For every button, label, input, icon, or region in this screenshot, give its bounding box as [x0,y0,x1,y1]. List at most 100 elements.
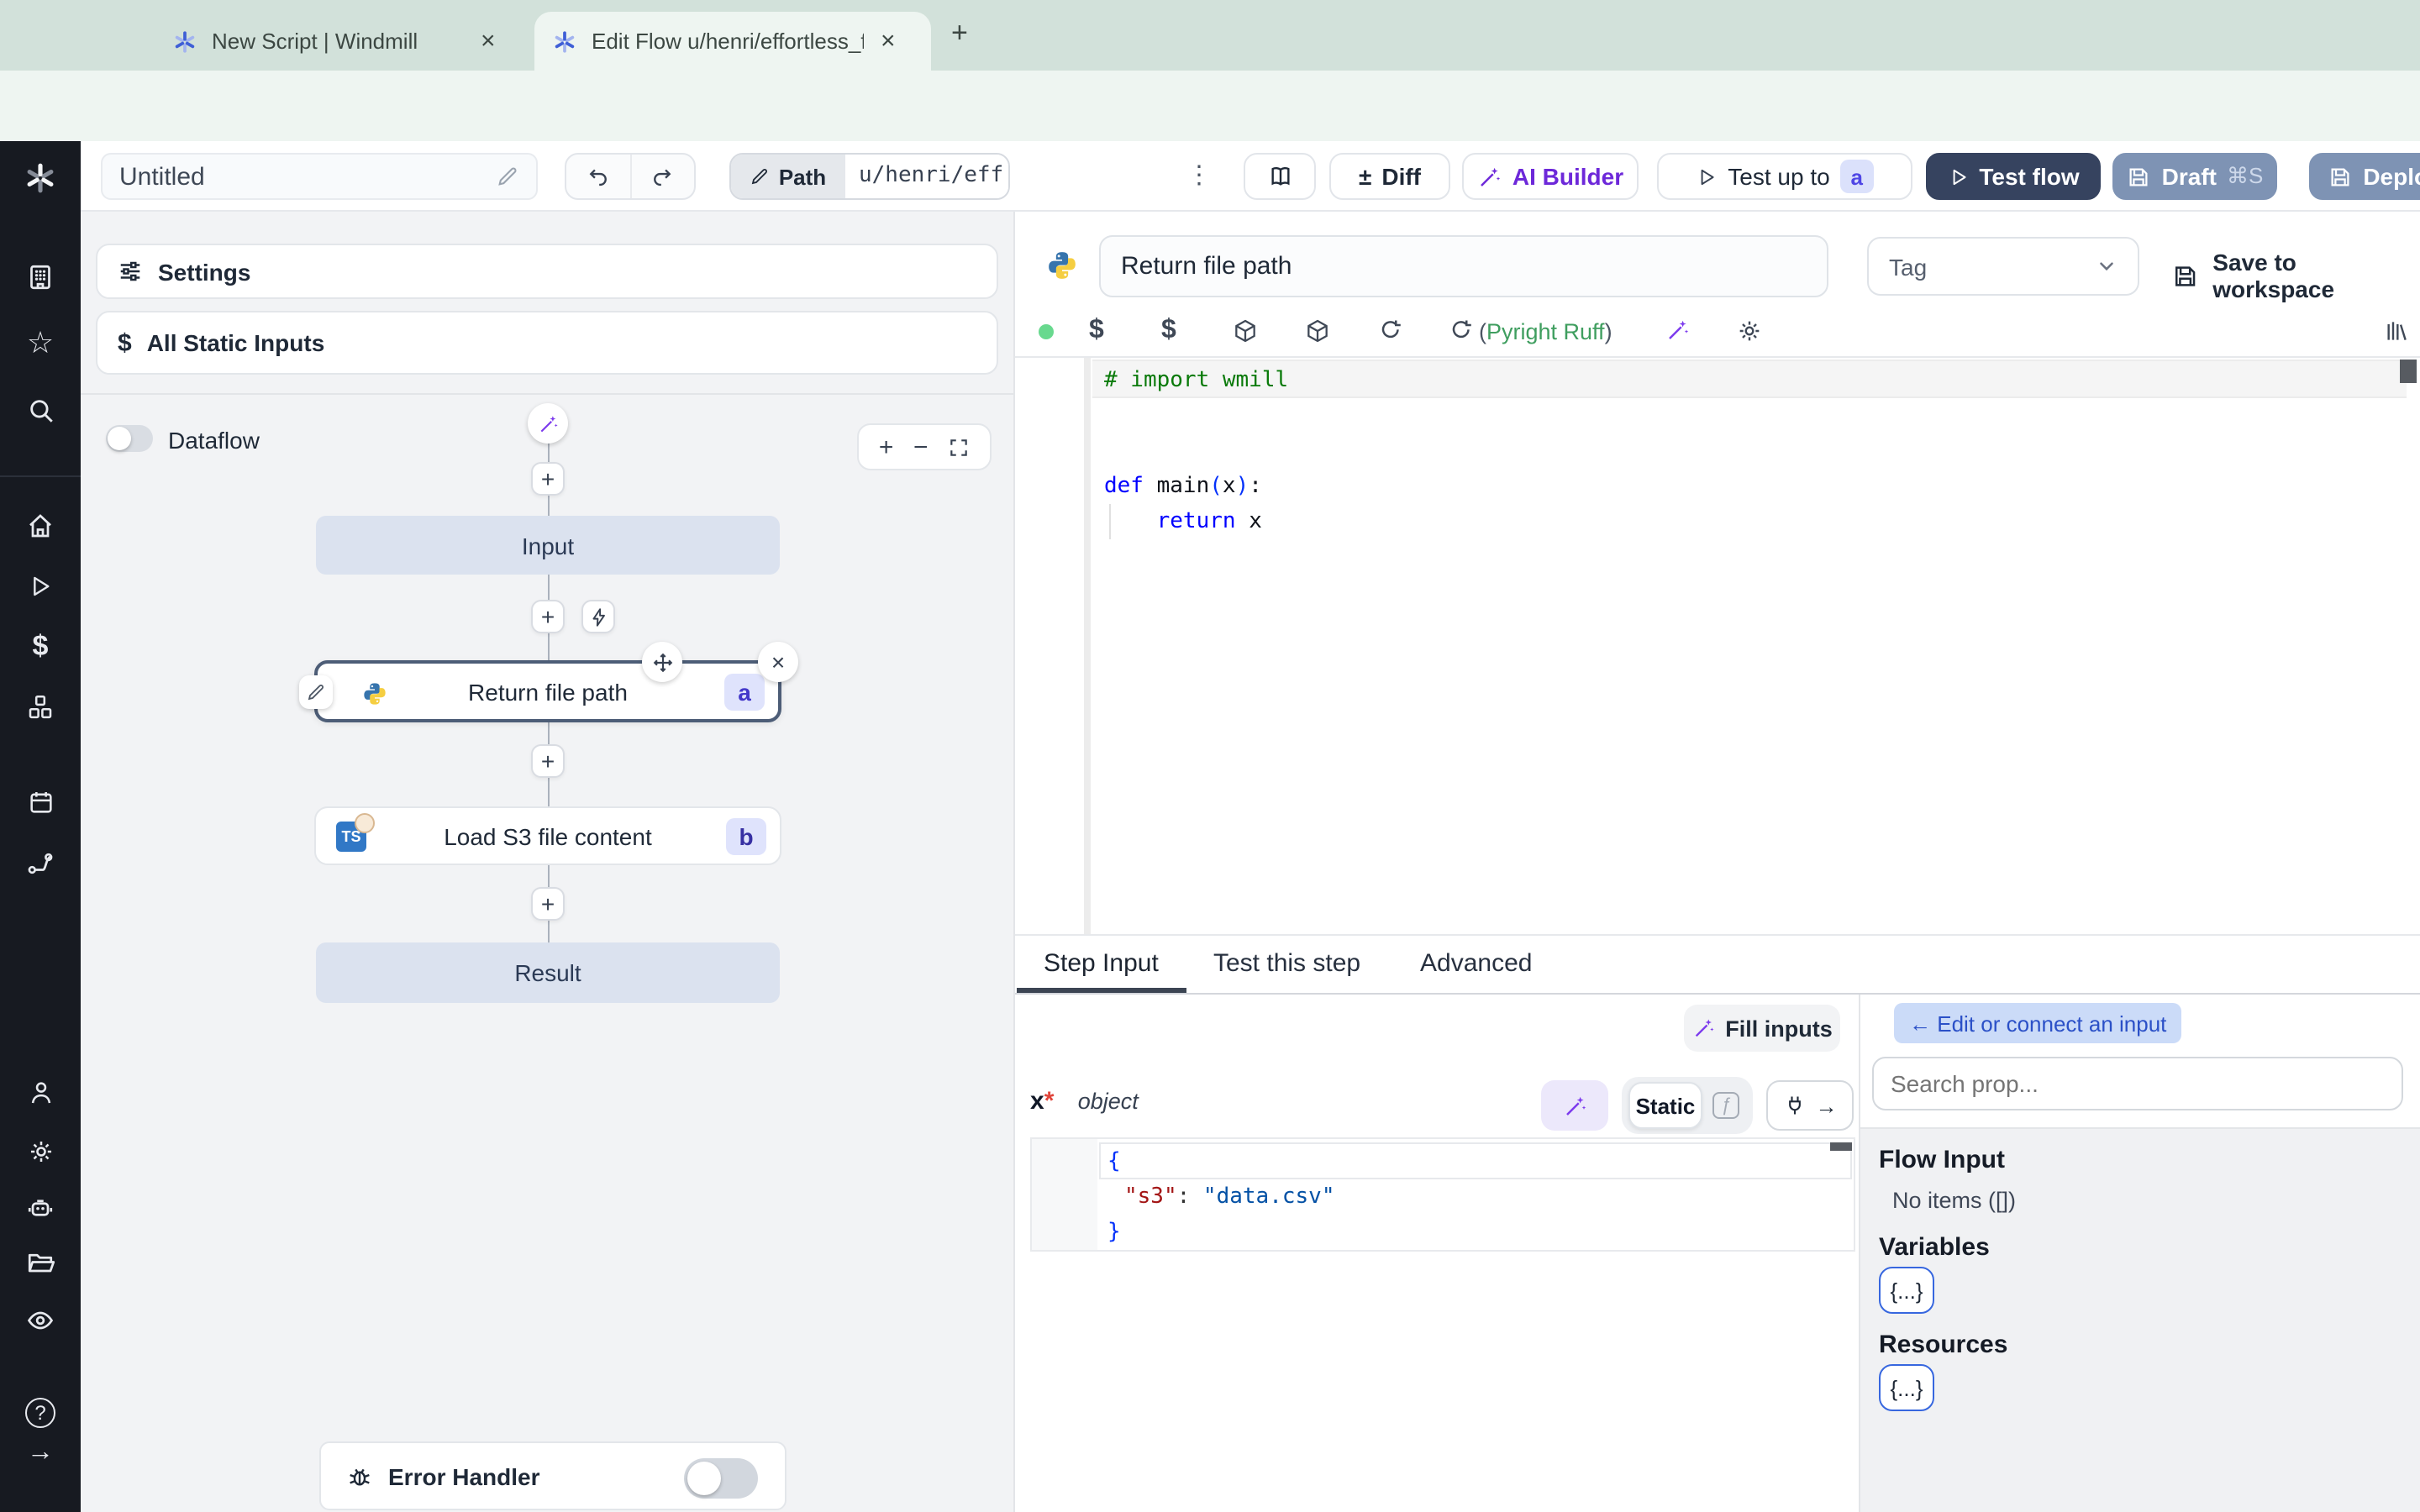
tab-test-this-step[interactable]: Test this step [1213,949,1360,978]
python-icon [1045,249,1079,282]
flow-node-step-a[interactable]: Return file path a [314,660,781,722]
sidebar-item-settings[interactable] [25,1136,55,1166]
add-step-button[interactable]: + [531,887,565,921]
fill-inputs-button[interactable]: Fill inputs [1684,1005,1840,1052]
add-trigger-button[interactable] [581,600,615,633]
eye-icon [25,1305,55,1336]
arrow-right-icon[interactable]: → [1816,1093,1838,1118]
search-prop-input[interactable] [1872,1057,2403,1110]
variables-object-button[interactable]: {...} [1879,1267,1934,1314]
edit-or-connect-banner[interactable]: ← Edit or connect an input [1894,1003,2182,1043]
sidebar-item-users[interactable] [25,1077,55,1107]
ai-assistant-button[interactable] [1665,318,1691,343]
sidebar-item-runs[interactable] [25,571,55,601]
library-button[interactable] [2383,318,2410,344]
code-line-return[interactable]: return x [1104,504,1262,539]
browser-tab-active[interactable]: Edit Flow u/henri/effortless_fl × [534,12,931,71]
windmill-logo[interactable] [22,160,59,197]
test-up-to-button[interactable]: Test up to a [1657,153,1912,200]
ai-fill-button[interactable] [1541,1080,1608,1131]
diff-button[interactable]: ± Diff [1329,153,1450,200]
delete-step-button[interactable]: × [758,642,798,682]
lint-status[interactable]: (Pyright Ruff) [1479,319,1612,344]
add-step-button[interactable]: + [531,600,565,633]
add-step-button[interactable]: + [531,462,565,496]
browser-tab-inactive[interactable]: New Script | Windmill × [155,12,531,71]
sidebar-item-routes[interactable] [25,848,55,879]
tab-advanced[interactable]: Advanced [1420,949,1532,978]
reload-button[interactable] [1449,318,1474,343]
resources-object-button[interactable]: {...} [1879,1364,1934,1411]
pencil-icon [496,165,519,188]
deploy-button[interactable]: Deploy [2309,153,2420,200]
tag-select[interactable]: Tag [1867,237,2139,296]
sidebar-item-workers[interactable] [25,1193,55,1223]
json-input-editor[interactable]: { "s3": "data.csv" } [1030,1137,1855,1252]
step-name-field[interactable]: Return file path [1099,235,1828,297]
flow-ai-button[interactable] [528,403,568,444]
dataflow-toggle[interactable] [106,425,153,452]
path-label-segment[interactable]: Path [731,155,845,198]
resource-picker-button[interactable]: $ [1161,316,1176,346]
code-line-def[interactable]: def main(x): [1104,469,1262,504]
sidebar-item-favorites[interactable]: ☆ [25,325,55,359]
error-handler-toggle[interactable] [684,1458,758,1499]
flow-settings-button[interactable]: Settings [96,244,998,299]
arg: x [1222,474,1236,499]
variable-picker-button[interactable]: $ [1089,316,1104,346]
search-icon [26,396,55,424]
sidebar-item-schedules[interactable] [25,786,55,816]
package-button[interactable] [1304,318,1331,344]
new-tab-button[interactable]: + [951,17,968,50]
undo-button[interactable] [566,155,631,198]
tab-step-input[interactable]: Step Input [1044,949,1159,978]
docs-button[interactable] [1244,153,1316,200]
draft-button[interactable]: Draft ⌘S [2112,153,2277,200]
close-icon[interactable]: × [481,29,496,54]
plug-icon[interactable] [1783,1094,1807,1117]
code-line-comment[interactable]: # import wmill [1104,363,1288,398]
all-static-inputs-button[interactable]: $ All Static Inputs [96,311,998,375]
tab-bottom-border [1015,993,2420,995]
flow-name-field[interactable]: Untitled [101,153,538,200]
step-badge: a [1839,160,1874,193]
json-colon: : [1176,1184,1191,1210]
edit-step-button[interactable] [299,675,333,709]
reload-button[interactable] [1378,318,1403,343]
sidebar-item-variables[interactable]: $ [25,630,55,662]
package-button[interactable] [1232,318,1259,344]
package-icon [1304,318,1331,344]
editor-settings-button[interactable] [1736,318,1763,344]
collapse-sidebar-button[interactable]: → [25,1438,55,1468]
flow-node-input[interactable]: Input [316,516,780,575]
javascript-mode-icon[interactable]: ƒ [1712,1092,1739,1119]
panel-divider [1013,212,1015,1512]
sidebar-item-resources[interactable] [25,692,55,722]
redo-button[interactable] [631,155,694,198]
test-flow-button[interactable]: Test flow [1926,153,2101,200]
fit-view-button[interactable] [948,436,970,458]
sidebar-item-folders[interactable] [25,1248,55,1278]
json-scrollbar[interactable] [1830,1142,1852,1151]
save-to-workspace-button[interactable]: Save to workspace [2171,249,2420,302]
flow-node-step-b[interactable]: TS Load S3 file content b [314,806,781,865]
paren: ) [1235,474,1249,499]
ai-builder-button[interactable]: AI Builder [1462,153,1639,200]
move-step-button[interactable] [642,642,682,682]
more-options-button[interactable]: ⋮ [1186,160,1212,190]
home-icon [25,511,55,541]
static-mode-button[interactable]: Static [1628,1082,1702,1129]
flow-node-result[interactable]: Result [316,942,780,1003]
zoom-in-button[interactable]: + [879,433,894,461]
sidebar-item-search[interactable] [25,395,55,425]
help-button[interactable]: ? [25,1398,55,1428]
add-step-button[interactable]: + [531,744,565,778]
sidebar-item-home[interactable] [25,511,55,541]
path-control[interactable]: Path u/henri/eff [729,153,1010,200]
close-icon[interactable]: × [881,29,896,54]
zoom-out-button[interactable]: − [913,433,929,461]
editor-scrollbar[interactable] [2400,360,2417,383]
sidebar-item-audit[interactable] [25,1305,55,1336]
sidebar-item-workspace[interactable] [25,262,55,292]
save-icon [2328,164,2353,189]
